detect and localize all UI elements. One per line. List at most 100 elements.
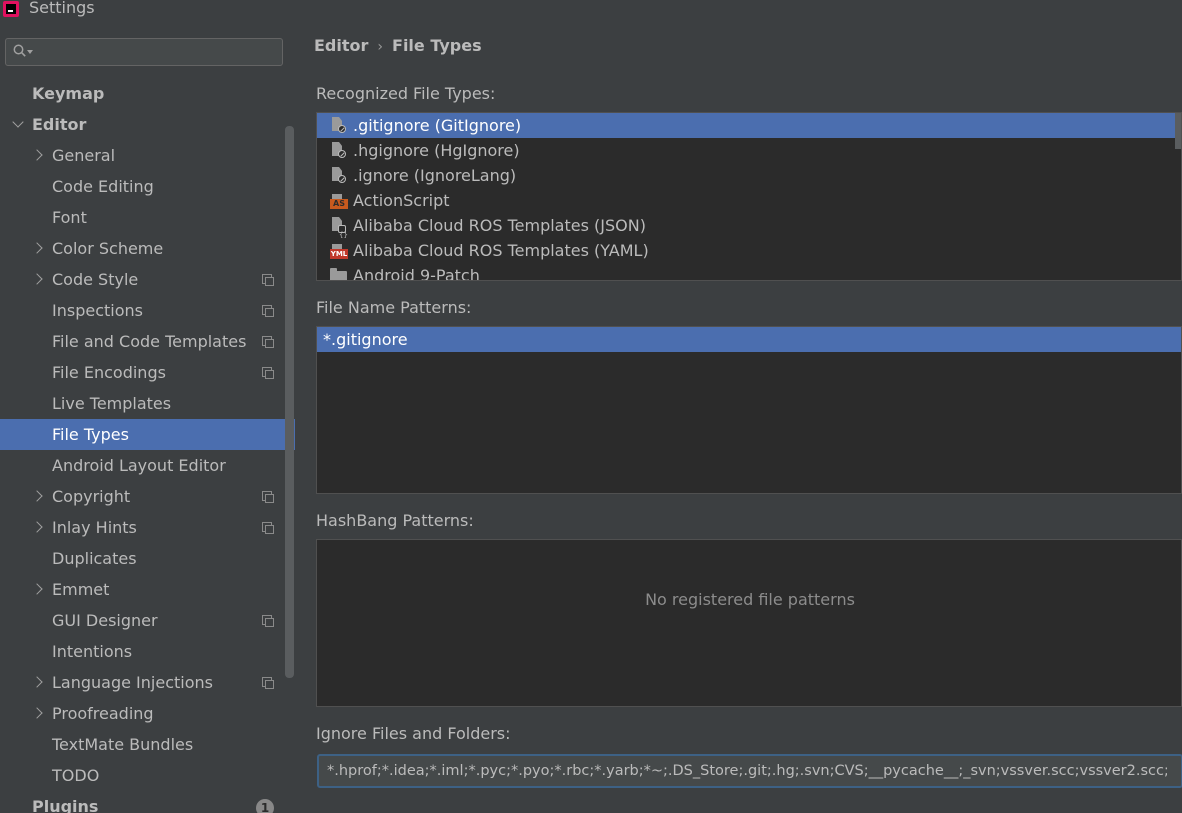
sidebar-item-label: GUI Designer — [52, 611, 158, 630]
sidebar-item-plugins[interactable]: Plugins 1 — [0, 791, 295, 813]
project-scope-icon — [262, 274, 274, 286]
sidebar-item-code-editing[interactable]: Code Editing — [0, 171, 295, 202]
sidebar-item-file-and-code-templates[interactable]: File and Code Templates — [0, 326, 295, 357]
chevron-right-icon[interactable] — [31, 707, 43, 719]
project-scope-icon — [262, 491, 274, 503]
sidebar-item-label: TextMate Bundles — [52, 735, 194, 754]
list-item-label: Android 9-Patch — [353, 266, 480, 281]
folder-icon — [330, 268, 347, 280]
chevron-right-icon[interactable] — [31, 490, 43, 502]
sidebar-item-label: File Encodings — [52, 363, 166, 382]
breadcrumb-separator: › — [377, 39, 384, 55]
sidebar-item-label: Code Style — [52, 270, 139, 289]
list-item[interactable]: *.gitignore — [317, 327, 1181, 352]
list-item[interactable]: Android 9-Patch — [317, 263, 1177, 281]
sidebar-item-font[interactable]: Font — [0, 202, 295, 233]
chevron-right-icon[interactable] — [31, 521, 43, 533]
sidebar-item-label: Inspections — [52, 301, 143, 320]
sidebar-item-label: Duplicates — [52, 549, 137, 568]
chevron-right-icon[interactable] — [31, 273, 43, 285]
sidebar-item-label: Android Layout Editor — [52, 456, 226, 475]
list-item[interactable]: .hgignore (HgIgnore) — [317, 138, 1177, 163]
sidebar-item-android-layout-editor[interactable]: Android Layout Editor — [0, 450, 295, 481]
recognized-file-types-label: Recognized File Types: — [316, 84, 496, 103]
settings-search-box[interactable] — [5, 38, 284, 66]
sidebar-item-inlay-hints[interactable]: Inlay Hints — [0, 512, 295, 543]
recognized-file-types-list[interactable]: .gitignore (GitIgnore) .hgignore (HgIgno… — [316, 112, 1182, 281]
sidebar-item-proofreading[interactable]: Proofreading — [0, 698, 295, 729]
sidebar-item-intentions[interactable]: Intentions — [0, 636, 295, 667]
list-item-label: .ignore (IgnoreLang) — [353, 166, 517, 185]
project-scope-icon — [262, 305, 274, 317]
title-bar: Settings — [0, 0, 1182, 26]
window-title: Settings — [29, 0, 95, 17]
chevron-right-icon[interactable] — [31, 676, 43, 688]
project-scope-icon — [262, 367, 274, 379]
list-item-label: ActionScript — [353, 191, 450, 210]
list-item-label: Alibaba Cloud ROS Templates (YAML) — [353, 241, 649, 260]
file-name-patterns-label: File Name Patterns: — [316, 298, 472, 317]
chevron-right-icon[interactable] — [31, 583, 43, 595]
sidebar-item-editor[interactable]: Editor — [0, 109, 295, 140]
list-item[interactable]: AS ActionScript — [317, 188, 1177, 213]
breadcrumb-current: File Types — [392, 36, 482, 55]
sidebar-item-file-types[interactable]: File Types — [0, 419, 295, 450]
breadcrumb-parent[interactable]: Editor — [314, 36, 368, 55]
sidebar-item-label: Language Injections — [52, 673, 213, 692]
list-item-label: .hgignore (HgIgnore) — [353, 141, 520, 160]
sidebar-item-code-style[interactable]: Code Style — [0, 264, 295, 295]
sidebar-item-textmate-bundles[interactable]: TextMate Bundles — [0, 729, 295, 760]
chevron-right-icon[interactable] — [31, 242, 43, 254]
sidebar-item-label: Copyright — [52, 487, 131, 506]
sidebar-item-language-injections[interactable]: Language Injections — [0, 667, 295, 698]
settings-search-input[interactable] — [40, 42, 284, 64]
breadcrumb: Editor › File Types — [314, 36, 482, 55]
hashbang-patterns-label: HashBang Patterns: — [316, 511, 474, 530]
sidebar-item-live-templates[interactable]: Live Templates — [0, 388, 295, 419]
sidebar-item-emmet[interactable]: Emmet — [0, 574, 295, 605]
sidebar-scrollbar[interactable] — [285, 126, 294, 678]
sidebar-item-gui-designer[interactable]: GUI Designer — [0, 605, 295, 636]
sidebar-item-label: Color Scheme — [52, 239, 164, 258]
ignore-files-input[interactable] — [327, 760, 1167, 782]
list-item[interactable]: .ignore (IgnoreLang) — [317, 163, 1177, 188]
file-name-patterns-list[interactable]: *.gitignore — [316, 326, 1182, 494]
chevron-down-icon[interactable] — [12, 116, 24, 128]
sidebar-item-inspections[interactable]: Inspections — [0, 295, 295, 326]
sidebar-item-copyright[interactable]: Copyright — [0, 481, 295, 512]
sidebar-item-label: Emmet — [52, 580, 110, 599]
sidebar-item-general[interactable]: General — [0, 140, 295, 171]
sidebar-item-label: File and Code Templates — [52, 332, 247, 351]
list-item-label: Alibaba Cloud ROS Templates (JSON) — [353, 216, 646, 235]
sidebar-item-label: Editor — [32, 115, 87, 134]
file-types-scrollbar[interactable] — [1175, 113, 1181, 149]
hashbang-patterns-list[interactable]: No registered file patterns — [316, 539, 1182, 707]
project-scope-icon — [262, 336, 274, 348]
sidebar-item-duplicates[interactable]: Duplicates — [0, 543, 295, 574]
pattern-label: *.gitignore — [323, 330, 408, 349]
sidebar-item-label: General — [52, 146, 116, 165]
list-item[interactable]: Alibaba Cloud ROS Templates (JSON) — [317, 213, 1177, 248]
sidebar-item-label: Font — [52, 208, 87, 227]
empty-list-text: No registered file patterns — [645, 590, 855, 609]
sidebar-item-file-encodings[interactable]: File Encodings — [0, 357, 295, 388]
ignore-files-field[interactable] — [317, 754, 1182, 788]
list-item[interactable]: YML Alibaba Cloud ROS Templates (YAML) — [317, 238, 1177, 263]
sidebar-item-color-scheme[interactable]: Color Scheme — [0, 233, 295, 264]
file-types-panel: Editor › File Types Recognized File Types:… — [296, 26, 1182, 813]
yaml-file-icon: YML — [330, 244, 348, 259]
sidebar-item-keymap[interactable]: Keymap — [0, 78, 295, 109]
search-icon — [13, 44, 26, 57]
sidebar-item-label: Intentions — [52, 642, 133, 661]
chevron-right-icon[interactable] — [31, 149, 43, 161]
list-item[interactable]: .gitignore (GitIgnore) — [317, 113, 1177, 138]
actionscript-file-icon: AS — [330, 194, 348, 209]
sidebar-item-todo[interactable]: TODO — [0, 760, 295, 791]
intellij-app-icon — [3, 1, 19, 17]
sidebar-item-label: Proofreading — [52, 704, 154, 723]
sidebar-item-label: Code Editing — [52, 177, 154, 196]
ignore-files-label: Ignore Files and Folders: — [316, 724, 511, 743]
sidebar-item-label: Keymap — [32, 84, 105, 103]
sidebar-item-label: TODO — [52, 766, 100, 785]
search-dropdown-icon[interactable] — [27, 50, 33, 54]
